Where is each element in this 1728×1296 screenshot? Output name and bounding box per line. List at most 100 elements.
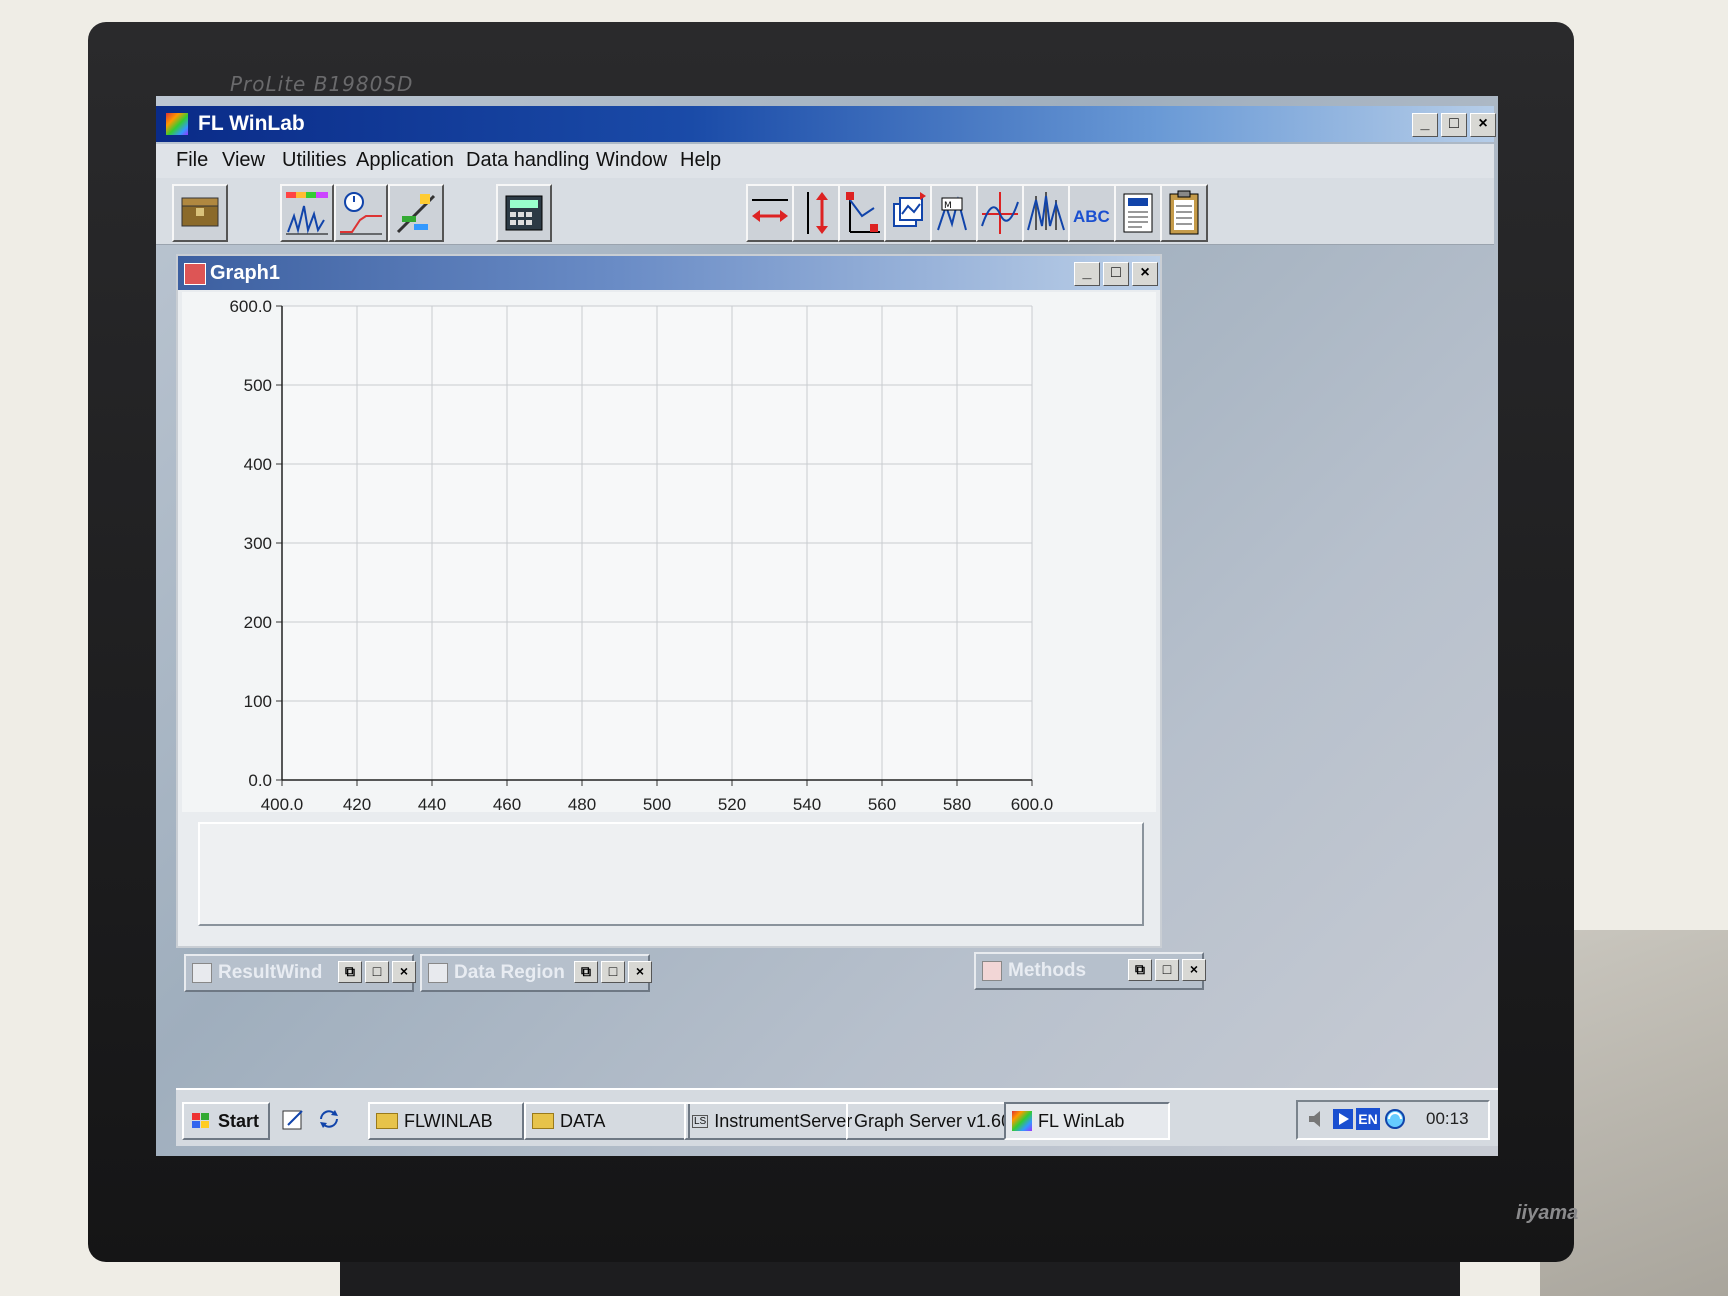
minimize-button[interactable]: _ — [1412, 113, 1438, 137]
language-indicator[interactable]: EN — [1356, 1108, 1380, 1130]
x-tick-label: 540 — [793, 795, 821, 812]
menu-window[interactable]: Window — [596, 149, 667, 172]
menu-help[interactable]: Help — [680, 149, 721, 172]
storage-box-icon[interactable] — [172, 184, 228, 242]
graph-window-icon — [184, 263, 206, 285]
x-tick-label: 580 — [943, 795, 971, 812]
taskbar-item-fl-winlab[interactable]: FL WinLab — [1004, 1102, 1170, 1140]
network-icon[interactable] — [1384, 1108, 1406, 1130]
menu-file[interactable]: File — [176, 149, 208, 172]
plot-area[interactable]: 400.0 420 440 460 480 500 520 540 560 580 600.0 0.0… — [182, 292, 1156, 812]
taskbar-item-data-label: DATA — [560, 1110, 606, 1131]
x-tick-label: 440 — [418, 795, 446, 812]
x-tick-label: 400.0 — [261, 795, 304, 812]
horizontal-scale-icon[interactable] — [746, 184, 794, 242]
overlay-icon[interactable] — [884, 184, 932, 242]
taskbar-item-flwinlab-label: FLWINLAB — [404, 1110, 493, 1131]
y-tick-label: 300 — [244, 534, 272, 553]
clock: 00:13 — [1426, 1109, 1469, 1128]
menu-view[interactable]: View — [222, 149, 265, 172]
monitor-brand-logo: iiyama — [1516, 1202, 1579, 1224]
x-tick-label: 600.0 — [1011, 795, 1054, 812]
cursor-icon[interactable] — [838, 184, 886, 242]
x-tick-label: 560 — [868, 795, 896, 812]
data-region-maximize-button[interactable]: □ — [601, 961, 625, 983]
y-tick-label: 200 — [244, 613, 272, 632]
menu-bar: File View Utilities Application Data han… — [156, 144, 1494, 178]
peak-label-icon[interactable]: M — [930, 184, 978, 242]
x-tick-label: 420 — [343, 795, 371, 812]
close-button[interactable]: × — [1470, 113, 1496, 137]
screen: FL WinLab _ □ × File View Utilities Appl… — [156, 96, 1498, 1156]
methods-maximize-button[interactable]: □ — [1155, 959, 1179, 981]
menu-utilities[interactable]: Utilities — [282, 149, 346, 172]
menu-data-handling[interactable]: Data handling — [466, 149, 589, 172]
clipboard-icon[interactable] — [1160, 184, 1208, 242]
graph-minimize-button[interactable]: _ — [1074, 262, 1100, 286]
y-tick-label: 400 — [244, 455, 272, 474]
windows-logo-icon — [192, 1113, 209, 1128]
timedrive-icon[interactable] — [334, 184, 388, 242]
peak-pick-icon[interactable] — [1022, 184, 1070, 242]
y-tick-label: 0.0 — [248, 771, 272, 790]
methods-close-button[interactable]: × — [1182, 959, 1206, 981]
minimized-methods-window[interactable]: Methods ⧉ □ × — [974, 952, 1206, 990]
taskbar: Start FLWINLAB DATA LS InstrumentServer … — [176, 1088, 1498, 1146]
result-window-icon — [192, 963, 212, 983]
spectrum-bars-icon[interactable] — [280, 184, 334, 242]
methods-icon — [982, 961, 1002, 981]
main-window-title: FL WinLab — [198, 112, 305, 135]
taskbar-item-data[interactable]: DATA — [524, 1102, 690, 1140]
maximize-button[interactable]: □ — [1441, 113, 1467, 137]
data-region-label: Data Region — [454, 962, 564, 983]
media-play-icon[interactable] — [1332, 1108, 1354, 1130]
graph-info-panel — [198, 822, 1144, 926]
methods-restore-button[interactable]: ⧉ — [1128, 959, 1152, 981]
graph-titlebar[interactable]: Graph1 _ □ × — [178, 256, 1160, 290]
y-tick-label: 500 — [244, 376, 272, 395]
toolbar: M ABC — [156, 178, 1494, 245]
minimized-data-region-window[interactable]: Data Region ⧉ □ × — [420, 954, 652, 992]
start-label: Start — [218, 1110, 260, 1131]
sample-handling-icon[interactable] — [388, 184, 444, 242]
start-button[interactable]: Start — [182, 1102, 270, 1140]
quicklaunch-sync-icon[interactable] — [316, 1102, 342, 1136]
y-tick-label: 100 — [244, 692, 272, 711]
result-window-label: ResultWind — [218, 962, 323, 983]
result-close-button[interactable]: × — [392, 961, 416, 983]
result-restore-button[interactable]: ⧉ — [338, 961, 362, 983]
taskbar-item-fl-winlab-label: FL WinLab — [1038, 1110, 1125, 1131]
taskbar-item-flwinlab[interactable]: FLWINLAB — [368, 1102, 524, 1140]
graph-window: Graph1 _ □ × 400.0 420 440 460 480 500 520 540 5… — [176, 254, 1162, 948]
crosshair-icon[interactable] — [976, 184, 1024, 242]
data-region-restore-button[interactable]: ⧉ — [574, 961, 598, 983]
graph-window-title: Graph1 — [210, 262, 281, 284]
text-icon-label: ABC — [1073, 207, 1110, 226]
taskbar-item-graph-server-label: Graph Server v1.60 — [854, 1110, 1012, 1131]
taskbar-item-instrumentserver[interactable]: LS InstrumentServer — [684, 1102, 852, 1140]
spectrum-chart[interactable]: 400.0 420 440 460 480 500 520 540 560 580 600.0 0.0… — [182, 292, 1156, 812]
folder-icon — [376, 1113, 398, 1129]
menu-application[interactable]: Application — [356, 149, 454, 172]
data-region-close-button[interactable]: × — [628, 961, 652, 983]
report-icon[interactable] — [1114, 184, 1162, 242]
system-tray: EN 00:13 — [1296, 1100, 1490, 1140]
taskbar-item-graph-server[interactable]: Graph Server v1.60 — [846, 1102, 1012, 1140]
minimized-result-window[interactable]: ResultWind ⧉ □ × — [184, 954, 416, 992]
monitor-model-label: ProLite B1980SD — [230, 72, 414, 96]
methods-label: Methods — [1008, 960, 1087, 981]
fl-winlab-app-icon — [1012, 1111, 1032, 1131]
x-tick-label: 520 — [718, 795, 746, 812]
graph-maximize-button[interactable]: □ — [1103, 262, 1129, 286]
vertical-scale-icon[interactable] — [792, 184, 840, 242]
y-tick-label: 600.0 — [229, 297, 272, 316]
taskbar-item-instrumentserver-label: InstrumentServer — [714, 1110, 853, 1131]
main-titlebar[interactable]: FL WinLab _ □ × — [156, 106, 1496, 142]
data-region-icon — [428, 963, 448, 983]
graph-close-button[interactable]: × — [1132, 262, 1158, 286]
volume-icon[interactable] — [1306, 1108, 1328, 1130]
quicklaunch-edit-icon[interactable] — [280, 1102, 306, 1136]
calculator-icon[interactable] — [496, 184, 552, 242]
text-icon[interactable]: ABC — [1068, 184, 1116, 242]
result-maximize-button[interactable]: □ — [365, 961, 389, 983]
